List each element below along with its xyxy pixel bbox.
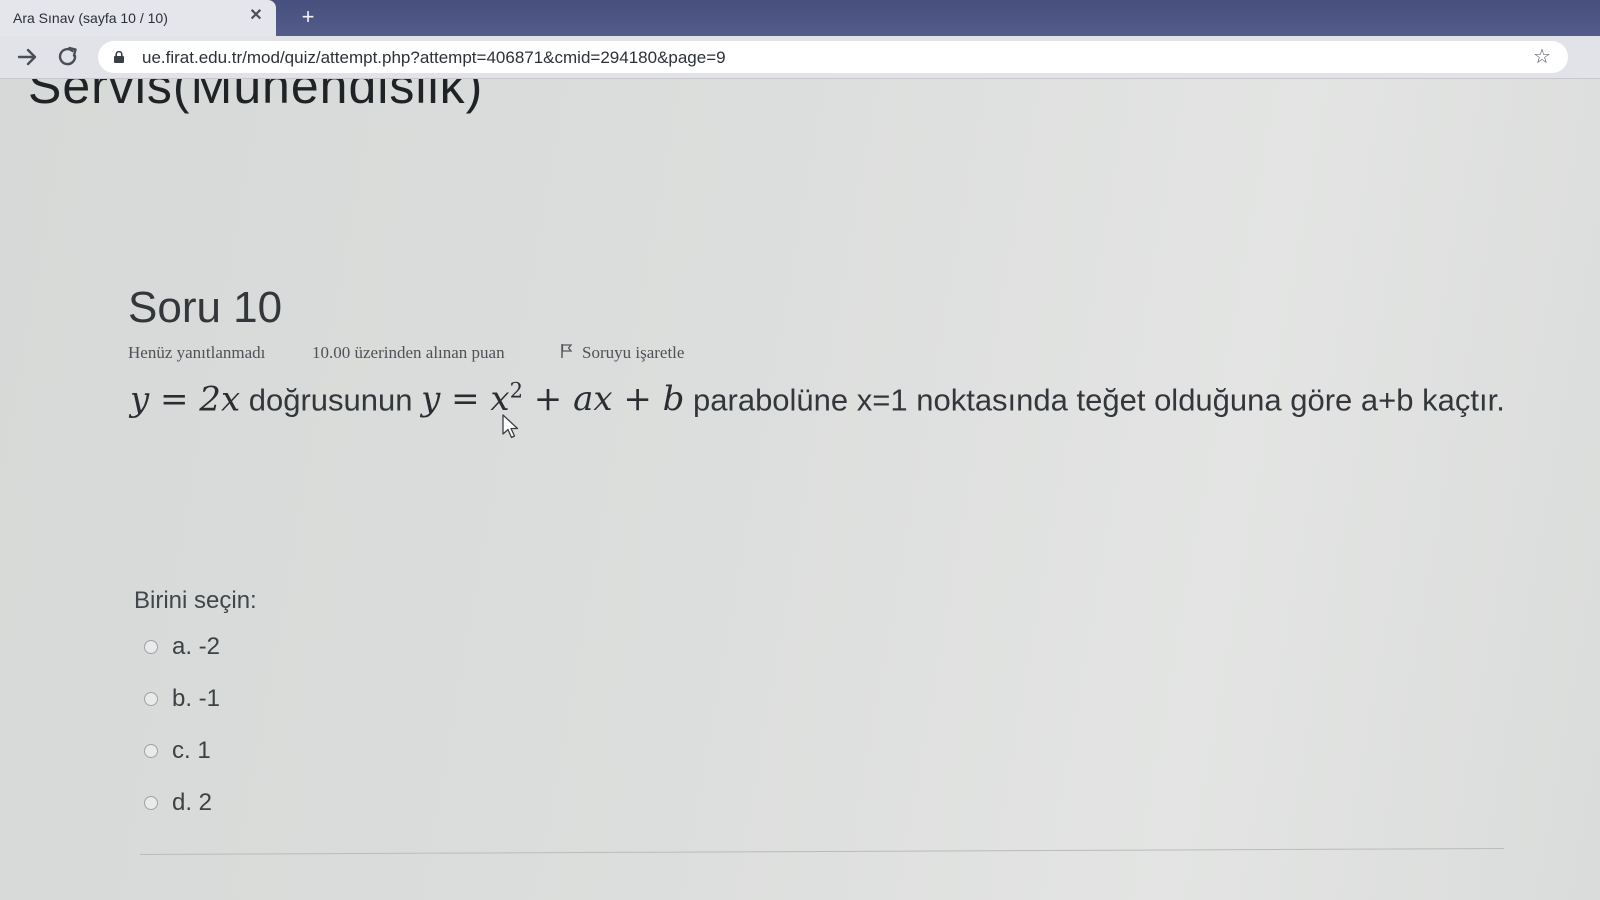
radio-button[interactable] [144,692,158,706]
mouse-cursor-icon [502,414,520,440]
math-parabola-equation: y = x2 + ax + b [421,379,684,419]
browser-toolbar: ue.firat.edu.tr/mod/quiz/attempt.php?att… [0,36,1600,100]
radio-button[interactable] [144,640,158,654]
question-grade: 10.00 üzerinden alınan puan [312,343,505,362]
url-text[interactable]: ue.firat.edu.tr/mod/quiz/attempt.php?att… [142,48,726,68]
answer-option-c[interactable]: c. 1 [142,735,382,771]
math-parabola-base: y = x [421,379,510,420]
star-icon[interactable]: ☆ [1530,45,1554,69]
choose-prompt: Birini seçin: [134,587,257,614]
math-line-equation: y = 2x [130,379,241,420]
answer-option-d[interactable]: d. 2 [142,787,382,823]
quiz-page: Servis(Mühendislik) Soru 10 Henüz yanıtl… [0,79,1600,900]
back-icon[interactable] [14,44,40,70]
question-number: Soru 10 [128,283,283,332]
question-status: Henüz yanıtlanmadı [128,343,266,362]
divider [140,848,1504,855]
radio-button[interactable] [144,744,158,758]
reload-icon[interactable] [55,44,81,70]
question-text-part1: doğrusunun [240,382,422,418]
answer-label[interactable]: b. -1 [172,685,220,713]
browser-tabbar: Ara Sınav (sayfa 10 / 10) ✕ + [0,0,1600,36]
address-bar[interactable]: ue.firat.edu.tr/mod/quiz/attempt.php?att… [98,41,1568,73]
math-parabola-exponent: 2 [509,379,523,403]
plus-icon[interactable]: + [295,4,321,30]
flag-question-label: Soruyu işaretle [582,343,685,362]
question-text: y = 2x doğrusunun y = x2 + ax + b parabo… [130,365,1530,426]
close-icon[interactable]: ✕ [246,6,266,26]
question-text-part2: parabolüne x=1 noktasında teğet olduğuna… [684,382,1505,418]
answer-option-a[interactable]: a. -2 [142,631,382,667]
radio-button[interactable] [144,796,158,810]
browser-tab[interactable]: Ara Sınav (sayfa 10 / 10) ✕ [0,0,276,36]
tab-title: Ara Sınav (sayfa 10 / 10) [13,10,168,26]
answer-label[interactable]: d. 2 [172,789,212,817]
answer-option-b[interactable]: b. -1 [142,683,382,719]
answer-label[interactable]: a. -2 [172,633,220,661]
lock-icon [114,51,124,63]
flag-icon [560,343,574,359]
course-title: Servis(Mühendislik) [28,79,484,114]
answer-label[interactable]: c. 1 [172,737,211,765]
math-parabola-rest: + ax + b [522,379,685,420]
